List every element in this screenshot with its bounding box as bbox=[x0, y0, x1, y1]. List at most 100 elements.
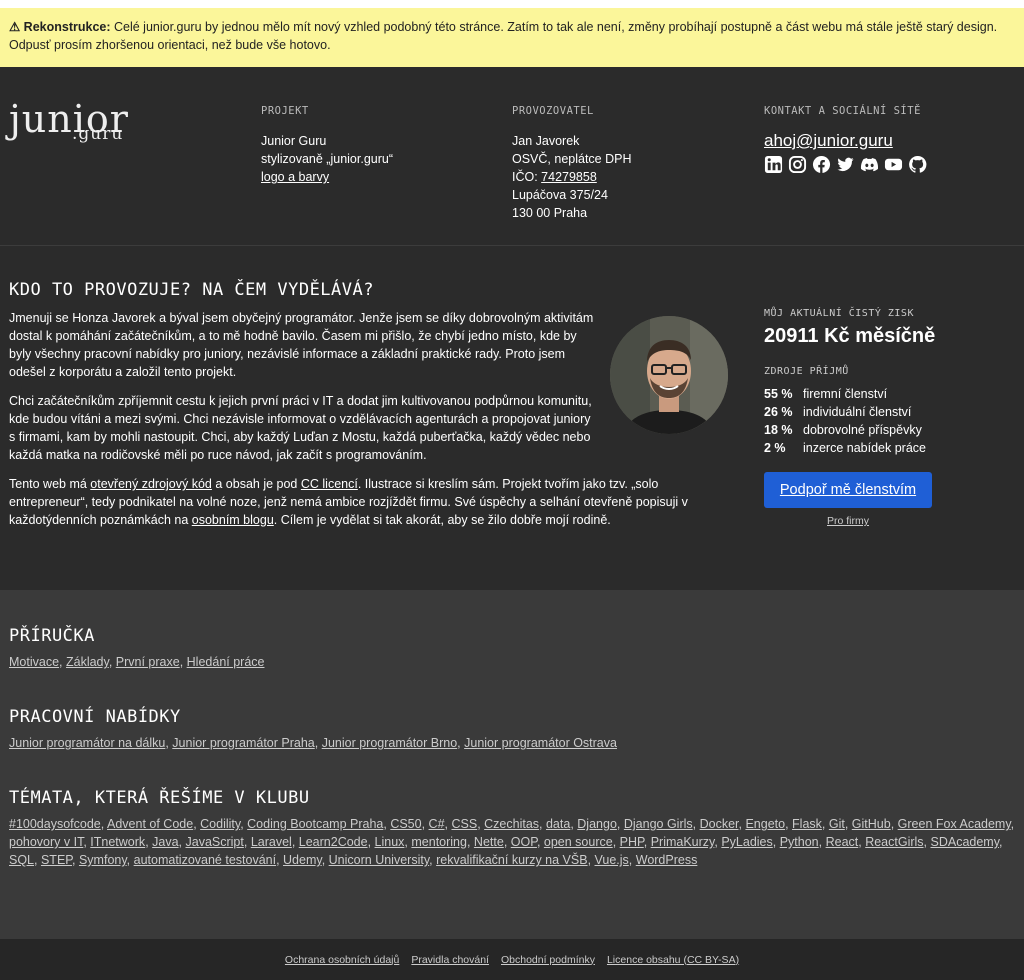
list-item-link[interactable]: Green Fox Academy bbox=[898, 817, 1011, 831]
topics-title: TÉMATA, KTERÁ ŘEŠÍME V KLUBU bbox=[9, 788, 310, 808]
list-item-link[interactable]: SQL bbox=[9, 853, 34, 867]
privacy-link[interactable]: Ochrana osobních údajů bbox=[285, 954, 399, 966]
code-of-conduct-link[interactable]: Pravidla chování bbox=[411, 954, 489, 966]
handbook-section: PŘÍRUČKA Motivace, Základy, První praxe,… bbox=[9, 626, 1019, 671]
list-item-link[interactable]: Základy bbox=[66, 655, 109, 669]
list-item-link[interactable]: Coding Bootcamp Praha bbox=[247, 817, 383, 831]
about-paragraph-3: Tento web má otevřený zdrojový kód a obs… bbox=[9, 477, 688, 527]
email-link[interactable]: ahoj@junior.guru bbox=[764, 131, 893, 150]
list-item-link[interactable]: Czechitas bbox=[484, 817, 539, 831]
income-panel: MŮJ AKTUÁLNÍ ČISTÝ ZISK 20911 Kč měsíčně… bbox=[764, 308, 935, 527]
list-item-link[interactable]: Django Girls bbox=[624, 817, 693, 831]
list-item-link[interactable]: Linux bbox=[375, 835, 405, 849]
list-item-link[interactable]: Junior programátor Praha bbox=[172, 736, 314, 750]
facebook-icon[interactable] bbox=[812, 155, 831, 174]
list-item-link[interactable]: OOP bbox=[511, 835, 537, 849]
list-item-link[interactable]: STEP bbox=[41, 853, 72, 867]
ico-label: IČO: bbox=[512, 170, 542, 184]
list-item-link[interactable]: Docker bbox=[700, 817, 739, 831]
list-item-link[interactable]: open source bbox=[544, 835, 613, 849]
contact-heading: KONTAKT A SOCIÁLNÍ SÍTĚ bbox=[764, 105, 921, 117]
ico-link[interactable]: 74279858 bbox=[541, 170, 597, 184]
list-item-link[interactable]: PHP bbox=[620, 835, 644, 849]
list-item-link[interactable]: Git bbox=[829, 817, 845, 831]
list-item-link[interactable]: React bbox=[826, 835, 859, 849]
list-item-link[interactable]: Advent of Code bbox=[107, 817, 193, 831]
list-item-link[interactable]: Laravel bbox=[251, 835, 292, 849]
list-item-link[interactable]: Nette bbox=[474, 835, 504, 849]
operator-column: PROVOZOVATEL Jan Javorek OSVČ, neplátce … bbox=[512, 102, 632, 222]
list-item-link[interactable]: Django bbox=[577, 817, 617, 831]
list-item-link[interactable]: GitHub bbox=[852, 817, 891, 831]
banner-text: Celé junior.guru by jednou mělo mít nový… bbox=[9, 20, 998, 52]
list-item-link[interactable]: PrimaKurzy bbox=[651, 835, 715, 849]
operator-name: Jan Javorek bbox=[512, 134, 580, 148]
list-item-link[interactable]: ITnetwork bbox=[90, 835, 145, 849]
list-item-link[interactable]: mentoring bbox=[411, 835, 467, 849]
cc-license-link[interactable]: CC licencí bbox=[301, 477, 358, 491]
list-item-link[interactable]: Motivace bbox=[9, 655, 59, 669]
list-item-link[interactable]: Junior programátor Ostrava bbox=[464, 736, 617, 750]
jobs-title: PRACOVNÍ NABÍDKY bbox=[9, 707, 181, 727]
banner-label: ⚠ Rekonstrukce: bbox=[9, 20, 111, 34]
links-section: PŘÍRUČKA Motivace, Základy, První praxe,… bbox=[0, 590, 1024, 939]
project-heading: PROJEKT bbox=[261, 105, 309, 117]
list-item-link[interactable]: rekvalifikační kurzy na VŠB bbox=[436, 853, 587, 867]
list-item-link[interactable]: První praxe bbox=[116, 655, 180, 669]
list-item-link[interactable]: PyLadies bbox=[721, 835, 772, 849]
junior-guru-logo[interactable]: junior .guru bbox=[9, 100, 129, 144]
contact-column: KONTAKT A SOCIÁLNÍ SÍTĚ ahoj@junior.guru bbox=[764, 102, 927, 174]
topics-list: #100daysofcode, Advent of Code, Codility… bbox=[9, 817, 1015, 867]
list-item-link[interactable]: pohovory v IT bbox=[9, 835, 83, 849]
about-paragraph-2: Chci začátečníkům zpříjemnit cestu k jej… bbox=[9, 394, 592, 462]
jobs-list: Junior programátor na dálku, Junior prog… bbox=[9, 736, 617, 750]
terms-link[interactable]: Obchodní podmínky bbox=[501, 954, 595, 966]
site-header-info: junior .guru PROJEKT Junior Guru stylizo… bbox=[0, 67, 1024, 246]
linkedin-icon[interactable] bbox=[764, 155, 783, 174]
instagram-icon[interactable] bbox=[788, 155, 807, 174]
source-code-link[interactable]: otevřený zdrojový kód bbox=[90, 477, 212, 491]
list-item-link[interactable]: Learn2Code bbox=[299, 835, 368, 849]
discord-icon[interactable] bbox=[860, 155, 879, 174]
content-license-link[interactable]: Licence obsahu (CC BY-SA) bbox=[607, 954, 739, 966]
social-icons bbox=[764, 155, 927, 174]
twitter-icon[interactable] bbox=[836, 155, 855, 174]
about-paragraph-1: Jmenuji se Honza Javorek a býval jsem ob… bbox=[9, 311, 594, 379]
list-item-link[interactable]: Hledání práce bbox=[187, 655, 265, 669]
income-value: 20911 Kč měsíčně bbox=[764, 325, 936, 347]
jobs-section: PRACOVNÍ NABÍDKY Junior programátor na d… bbox=[9, 707, 1019, 752]
youtube-icon[interactable] bbox=[884, 155, 903, 174]
list-item-link[interactable]: Python bbox=[780, 835, 819, 849]
list-item-link[interactable]: Java bbox=[152, 835, 178, 849]
list-item-link[interactable]: SDAcademy bbox=[931, 835, 1000, 849]
membership-button[interactable]: Podpoř mě členstvím bbox=[764, 472, 932, 508]
blog-link[interactable]: osobním blogu bbox=[192, 513, 274, 527]
list-item-link[interactable]: C# bbox=[429, 817, 445, 831]
list-item-link[interactable]: CSS bbox=[451, 817, 477, 831]
list-item-link[interactable]: JavaScript bbox=[186, 835, 244, 849]
list-item-link[interactable]: #100daysofcode bbox=[9, 817, 101, 831]
logo-colors-link[interactable]: logo a barvy bbox=[261, 170, 329, 184]
income-label: MŮJ AKTUÁLNÍ ČISTÝ ZISK bbox=[764, 308, 914, 319]
logo-sub: .guru bbox=[72, 124, 124, 144]
list-item-link[interactable]: ReactGirls bbox=[865, 835, 923, 849]
list-item-link[interactable]: Unicorn University bbox=[329, 853, 430, 867]
list-item-link[interactable]: data bbox=[546, 817, 570, 831]
list-item-link[interactable]: Junior programátor na dálku bbox=[9, 736, 165, 750]
handbook-title: PŘÍRUČKA bbox=[9, 626, 95, 646]
list-item-link[interactable]: automatizované testování bbox=[134, 853, 276, 867]
about-section: KDO TO PROVOZUJE? NA ČEM VYDĚLÁVÁ? Jmenu… bbox=[0, 246, 1024, 590]
list-item-link[interactable]: Vue.js bbox=[595, 853, 629, 867]
list-item-link[interactable]: Flask bbox=[792, 817, 822, 831]
list-item-link[interactable]: CS50 bbox=[390, 817, 421, 831]
list-item-link[interactable]: Engeto bbox=[745, 817, 785, 831]
list-item-link[interactable]: Udemy bbox=[283, 853, 322, 867]
list-item-link[interactable]: Junior programátor Brno bbox=[322, 736, 457, 750]
topics-section: TÉMATA, KTERÁ ŘEŠÍME V KLUBU #100daysofc… bbox=[9, 788, 1019, 869]
github-icon[interactable] bbox=[908, 155, 927, 174]
for-companies-link[interactable]: Pro firmy bbox=[764, 515, 932, 527]
list-item-link[interactable]: Codility bbox=[200, 817, 240, 831]
list-item-link[interactable]: WordPress bbox=[636, 853, 698, 867]
list-item-link[interactable]: Symfony bbox=[79, 853, 127, 867]
income-source: 18 % dobrovolné příspěvky bbox=[764, 423, 922, 437]
